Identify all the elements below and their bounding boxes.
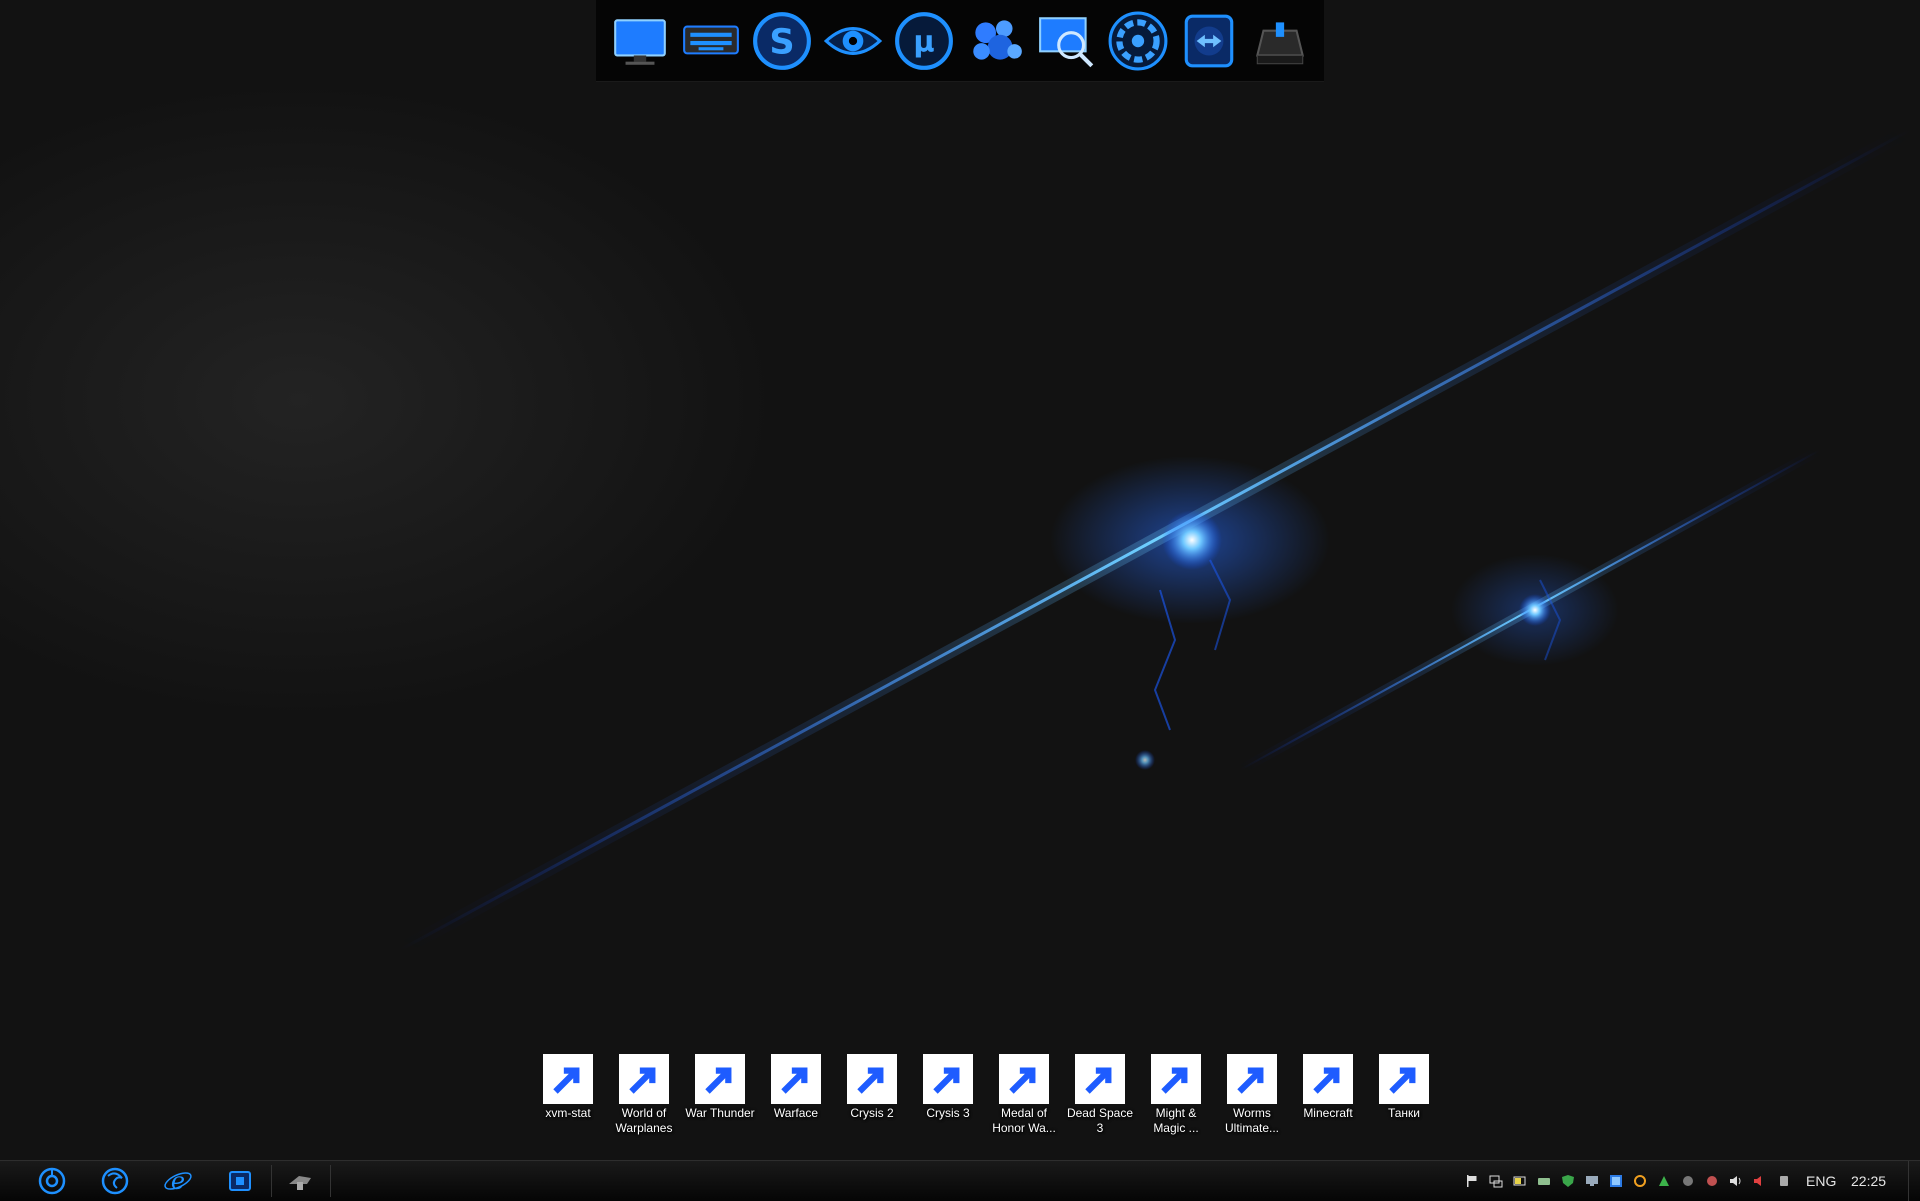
desktop-icon[interactable]: Warface bbox=[758, 1054, 834, 1136]
taskbar-separator bbox=[330, 1165, 331, 1197]
display-icon[interactable] bbox=[1580, 1161, 1604, 1201]
shortcut-arrow-icon bbox=[847, 1054, 897, 1104]
shortcut-arrow-icon bbox=[923, 1054, 973, 1104]
minecraft-icon bbox=[1303, 1054, 1353, 1104]
desktop-icon[interactable]: Might & Magic ... bbox=[1138, 1054, 1214, 1136]
desktop-icon-label: Crysis 3 bbox=[926, 1106, 970, 1120]
tanki-icon bbox=[1379, 1054, 1429, 1104]
shortcut-arrow-icon bbox=[1379, 1054, 1429, 1104]
medal-of-honor-icon bbox=[999, 1054, 1049, 1104]
shortcut-arrow-icon bbox=[1227, 1054, 1277, 1104]
desktop-icon[interactable]: xvm-stat bbox=[530, 1054, 606, 1136]
desktop-icon-label: War Thunder bbox=[685, 1106, 755, 1120]
desktop-icon[interactable]: Worms Ultimate... bbox=[1214, 1054, 1290, 1136]
shortcut-arrow-icon bbox=[999, 1054, 1049, 1104]
shortcut-arrow-icon bbox=[1151, 1054, 1201, 1104]
desktop-icon-label: Crysis 2 bbox=[850, 1106, 894, 1120]
desktop-icon-label: xvm-stat bbox=[545, 1106, 591, 1120]
safely-remove-icon[interactable] bbox=[1772, 1161, 1796, 1201]
desktop-icon-label: World of Warplanes bbox=[615, 1106, 673, 1135]
desktop-icon[interactable]: Crysis 3 bbox=[910, 1054, 986, 1136]
top-dock: S µ bbox=[596, 0, 1324, 82]
desktop-wallpaper bbox=[0, 0, 1920, 1160]
dead-space-3-icon bbox=[1075, 1054, 1125, 1104]
language-indicator[interactable]: ENG bbox=[1806, 1173, 1836, 1189]
device-icon[interactable] bbox=[1532, 1161, 1556, 1201]
sniper-app-icon[interactable] bbox=[280, 1165, 320, 1197]
shortcut-arrow-icon bbox=[1075, 1054, 1125, 1104]
desktop-icon-label: Dead Space 3 bbox=[1066, 1106, 1134, 1135]
svg-text:µ: µ bbox=[914, 24, 935, 58]
desktop-icon[interactable]: Dead Space 3 bbox=[1062, 1054, 1138, 1136]
desktop-icon-label: Might & Magic ... bbox=[1153, 1106, 1199, 1135]
warface-icon bbox=[771, 1054, 821, 1104]
shortcut-arrow-icon bbox=[619, 1054, 669, 1104]
taskbar-separator bbox=[271, 1165, 272, 1197]
svg-text:e: e bbox=[171, 1167, 185, 1195]
war-thunder-icon bbox=[695, 1054, 745, 1104]
might-and-magic-icon bbox=[1151, 1054, 1201, 1104]
mute-speaker-icon[interactable] bbox=[1748, 1161, 1772, 1201]
skype-icon[interactable]: S bbox=[751, 10, 813, 72]
shortcut-arrow-icon bbox=[1303, 1054, 1353, 1104]
show-desktop-button[interactable] bbox=[1908, 1161, 1920, 1201]
magnifier-icon[interactable] bbox=[1036, 10, 1098, 72]
shortcut-arrow-icon bbox=[543, 1054, 593, 1104]
desktop-icon[interactable]: Crysis 2 bbox=[834, 1054, 910, 1136]
desktop-icon[interactable]: War Thunder bbox=[682, 1054, 758, 1136]
taskbar: e ENG 22:25 bbox=[0, 1160, 1920, 1201]
wallpaper-light-streaks bbox=[396, 123, 1914, 957]
shield-icon[interactable] bbox=[1556, 1161, 1580, 1201]
teamviewer-icon[interactable] bbox=[1178, 10, 1240, 72]
desktop-icon-label: Танки bbox=[1387, 1106, 1421, 1120]
worms-ultimate-icon bbox=[1227, 1054, 1277, 1104]
monitor-icon[interactable] bbox=[609, 10, 671, 72]
app-tray-icon[interactable] bbox=[1700, 1161, 1724, 1201]
windows-explorer-icon[interactable] bbox=[220, 1165, 260, 1197]
crysis-2-icon bbox=[847, 1054, 897, 1104]
internet-explorer-icon[interactable]: e bbox=[158, 1165, 198, 1197]
desktop-icon[interactable]: Minecraft bbox=[1290, 1054, 1366, 1136]
svg-text:S: S bbox=[769, 21, 794, 62]
network-icon[interactable] bbox=[1484, 1161, 1508, 1201]
desktop-icon-label: Warface bbox=[773, 1106, 819, 1120]
keyboard-icon[interactable] bbox=[680, 10, 742, 72]
desktop-icons: xvm-stat World of Warplanes War Thunder War… bbox=[530, 1054, 1442, 1136]
clock[interactable]: 22:25 bbox=[1851, 1173, 1886, 1189]
desktop-icon[interactable]: Танки bbox=[1366, 1054, 1442, 1136]
desktop-icon-label: Minecraft bbox=[1303, 1106, 1353, 1120]
antivirus-icon[interactable] bbox=[1676, 1161, 1700, 1201]
update-icon[interactable] bbox=[1604, 1161, 1628, 1201]
system-tray: ENG bbox=[1460, 1161, 1836, 1201]
drive-icon[interactable] bbox=[1249, 10, 1311, 72]
firefox-icon[interactable] bbox=[95, 1165, 135, 1197]
xvm-stat-icon bbox=[543, 1054, 593, 1104]
chrome-icon[interactable] bbox=[32, 1165, 72, 1197]
desktop-icon-label: Medal of Honor Wa... bbox=[992, 1106, 1056, 1135]
desktop-icon-label: Worms Ultimate... bbox=[1224, 1106, 1279, 1135]
shortcut-arrow-icon bbox=[771, 1054, 821, 1104]
molecule-icon[interactable] bbox=[965, 10, 1027, 72]
aperture-icon[interactable] bbox=[1107, 10, 1169, 72]
desktop-icon[interactable]: Medal of Honor Wa... bbox=[986, 1054, 1062, 1136]
sync-icon[interactable] bbox=[1628, 1161, 1652, 1201]
connection-icon[interactable] bbox=[1652, 1161, 1676, 1201]
crysis-3-icon bbox=[923, 1054, 973, 1104]
flag-icon[interactable] bbox=[1460, 1161, 1484, 1201]
world-of-warplanes-icon bbox=[619, 1054, 669, 1104]
utorrent-icon[interactable]: µ bbox=[893, 10, 955, 72]
desktop-icon[interactable]: World of Warplanes bbox=[606, 1054, 682, 1136]
shortcut-arrow-icon bbox=[695, 1054, 745, 1104]
volume-icon[interactable] bbox=[1724, 1161, 1748, 1201]
battery-icon[interactable] bbox=[1508, 1161, 1532, 1201]
eye-icon[interactable] bbox=[822, 10, 884, 72]
